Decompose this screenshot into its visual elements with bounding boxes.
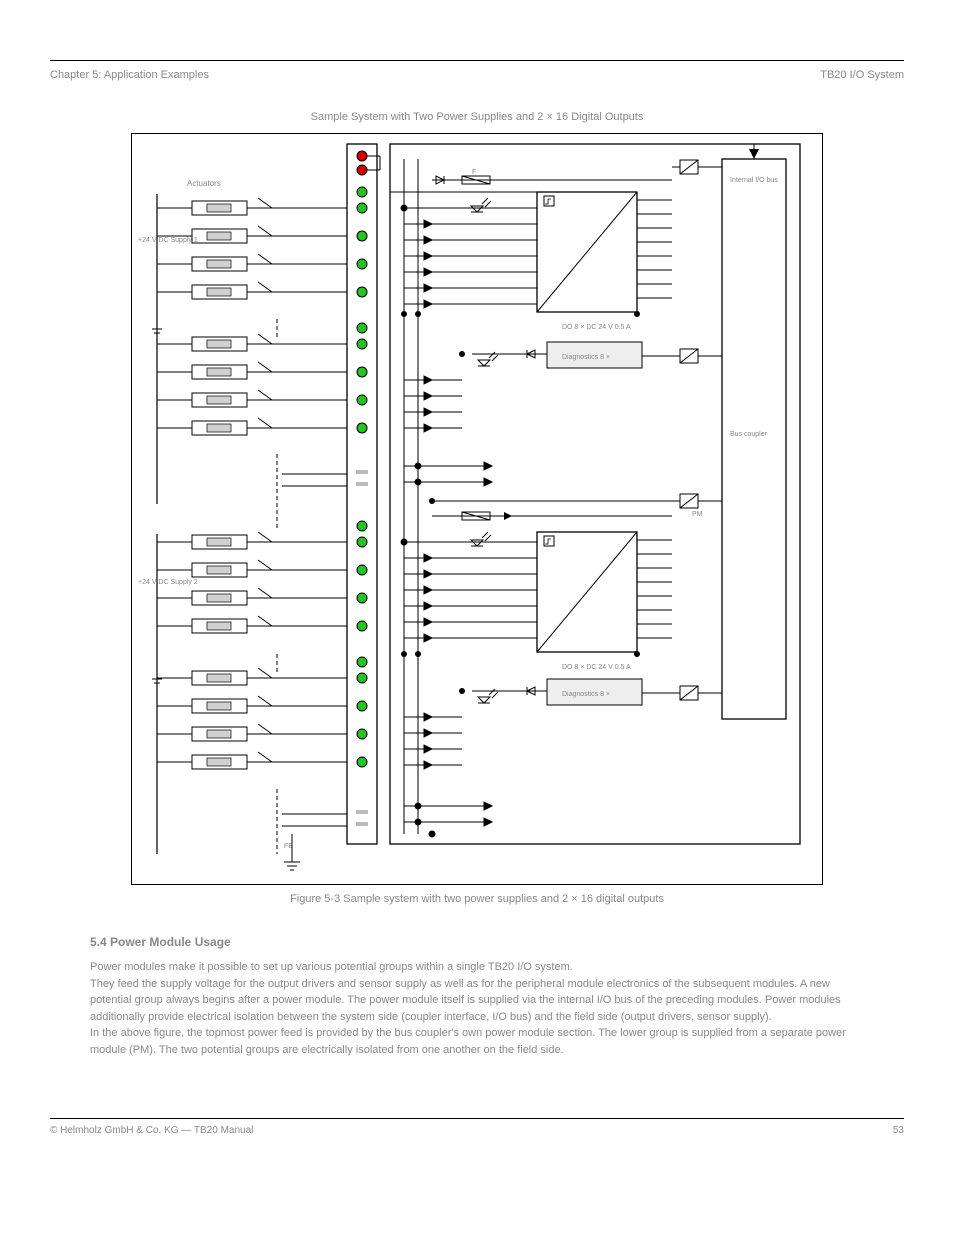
header-right: TB20 I/O System	[820, 69, 904, 81]
svg-text:Diagnostics 8 ×: Diagnostics 8 ×	[562, 354, 610, 361]
svg-text:Bus coupler: Bus coupler	[730, 431, 768, 438]
header-left: Chapter 5: Application Examples	[50, 69, 209, 81]
figure-caption: Figure 5-3 Sample system with two power …	[50, 893, 904, 905]
svg-text:+24 V DC Supply 1: +24 V DC Supply 1	[138, 237, 198, 244]
svg-text:PM: PM	[692, 511, 703, 518]
svg-text:+24 V DC Supply 2: +24 V DC Supply 2	[138, 579, 198, 586]
svg-text:DO 8 × DC 24 V 0.5 A: DO 8 × DC 24 V 0.5 A	[562, 664, 631, 671]
svg-text:Internal I/O bus: Internal I/O bus	[730, 177, 778, 184]
body-para-3: In the above figure, the topmost power f…	[90, 1025, 864, 1058]
figure-title: Sample System with Two Power Supplies an…	[50, 111, 904, 123]
page-footer: © Helmholz GmbH & Co. KG — TB20 Manual 5…	[50, 1118, 904, 1136]
svg-text:DO 8 × DC 24 V 0.5 A: DO 8 × DC 24 V 0.5 A	[562, 324, 631, 331]
svg-text:Actuators: Actuators	[187, 179, 221, 188]
page-header: Chapter 5: Application Examples TB20 I/O…	[50, 69, 904, 81]
footer-right: 53	[893, 1125, 904, 1136]
svg-text:F: F	[472, 169, 476, 176]
schematic-diagram: F DO 8 × DC 24 V 0.5 A	[131, 133, 823, 885]
section-title: 5.4 Power Module Usage	[90, 935, 864, 949]
body-para-1: Power modules make it possible to set up…	[90, 959, 864, 976]
body-para-2: They feed the supply voltage for the out…	[90, 976, 864, 1026]
footer-left: © Helmholz GmbH & Co. KG — TB20 Manual	[50, 1125, 253, 1136]
svg-text:Diagnostics 8 ×: Diagnostics 8 ×	[562, 691, 610, 698]
